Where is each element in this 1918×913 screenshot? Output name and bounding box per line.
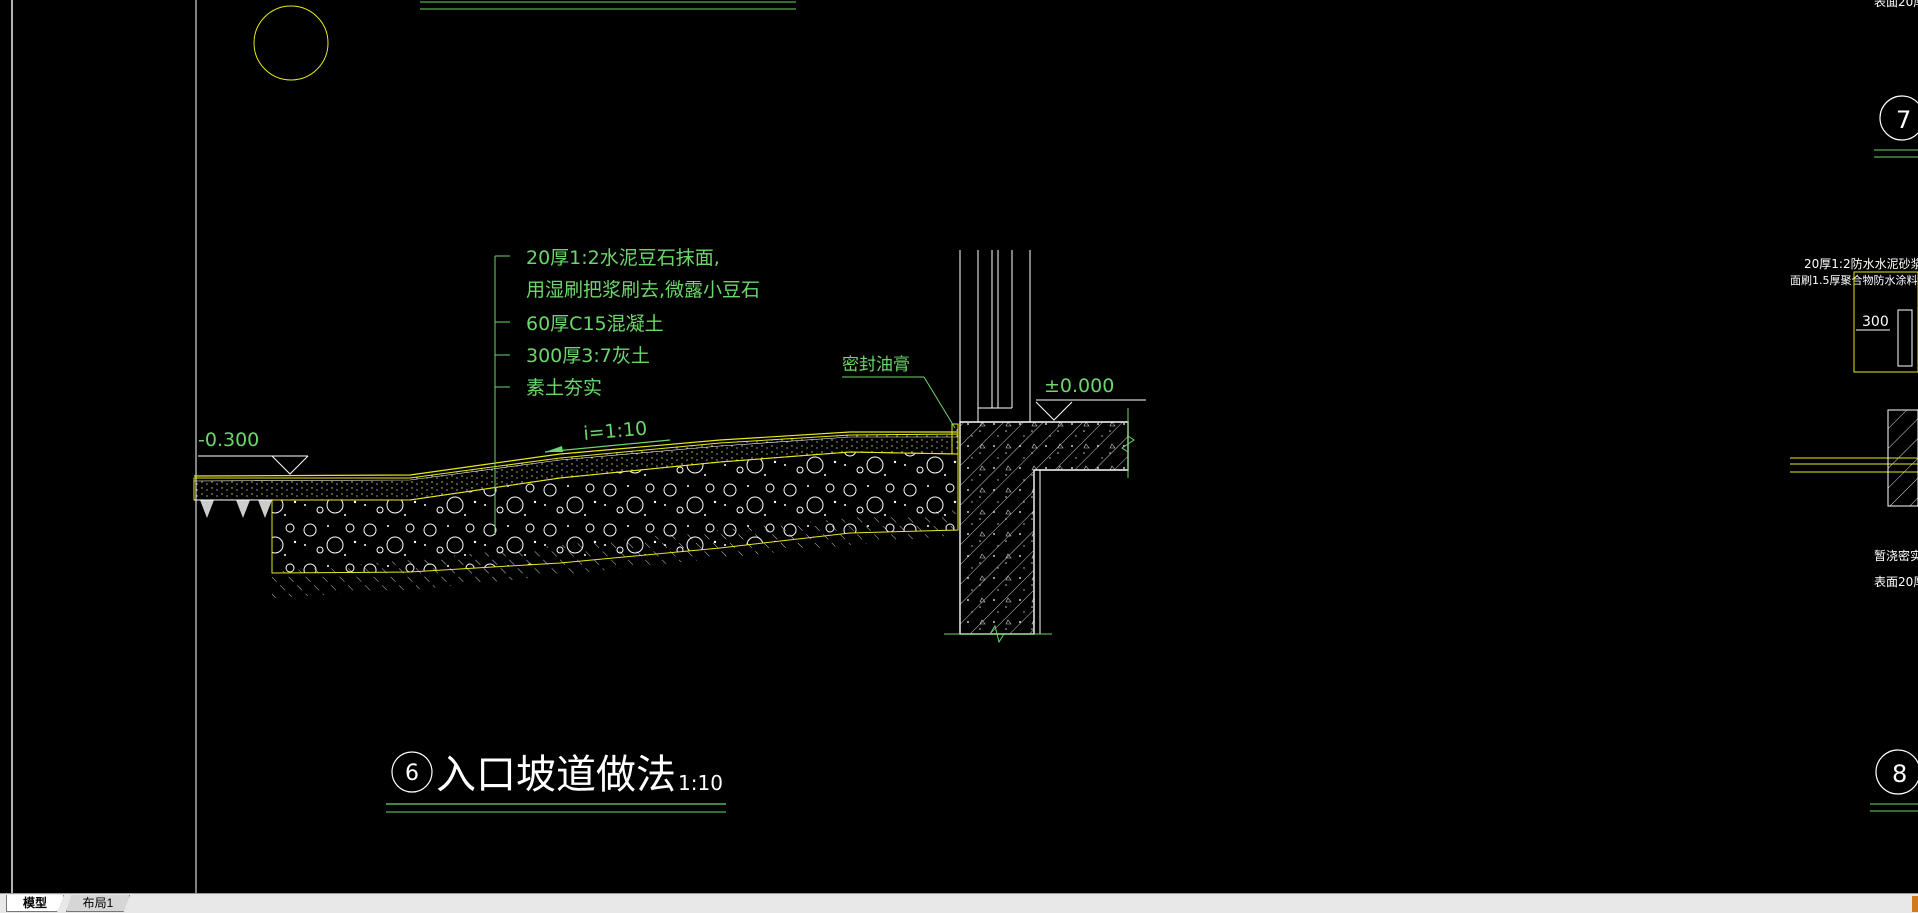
- sealant-leader: [923, 376, 956, 429]
- scroll-end-marker: [1912, 896, 1918, 912]
- right-note-1: 20厚1:2防水水泥砂浆: [1804, 256, 1918, 271]
- wall-foundation-hatch: [960, 422, 1128, 634]
- elevation-low: -0.300: [198, 429, 259, 451]
- sealant-label: 密封油膏: [842, 354, 910, 375]
- tab-model[interactable]: 模型: [6, 895, 64, 912]
- sealant-joint: [951, 423, 959, 455]
- elevation-zero-symbol: [1035, 401, 1073, 421]
- layer-note-3: 60厚C15混凝土: [526, 313, 664, 335]
- right-top-text: 表面20厚1:2: [1874, 0, 1918, 9]
- cad-canvas[interactable]: 20厚1:2水泥豆石抹面, 用湿刷把浆刷去,微露小豆石 60厚C15混凝土 30…: [0, 0, 1918, 893]
- slope-arrowhead: [545, 446, 563, 452]
- layer-note-2: 用湿刷把浆刷去,微露小豆石: [526, 279, 760, 301]
- detail-title: 入口坡道做法: [436, 752, 676, 798]
- layer-note-5: 素土夯实: [526, 377, 602, 399]
- elevation-zero: ±0.000: [1044, 375, 1114, 397]
- marker-7: 7: [1896, 106, 1911, 134]
- elevation-low-symbol: [271, 455, 309, 475]
- right-foundation: [1887, 409, 1918, 507]
- detail-scale: 1:10: [678, 771, 723, 795]
- tab-layout1[interactable]: 布局1: [66, 895, 130, 912]
- right-note-3: 暂浇密实混凝: [1874, 548, 1918, 563]
- right-dim: 300: [1862, 314, 1889, 330]
- layer-note-1: 20厚1:2水泥豆石抹面,: [526, 247, 720, 269]
- right-note-4: 表面20厚1:2: [1874, 575, 1918, 589]
- top-circle: [253, 5, 329, 81]
- slope-label: i=1:10: [583, 417, 649, 444]
- layout-tab-bar: 模型 布局1: [0, 893, 1918, 913]
- marker-8: 8: [1892, 760, 1907, 788]
- detail-number: 6: [405, 761, 419, 786]
- layer-note-4: 300厚3:7灰土: [526, 345, 650, 367]
- right-rebar: [1897, 309, 1913, 367]
- left-hatch-marks: [200, 500, 272, 518]
